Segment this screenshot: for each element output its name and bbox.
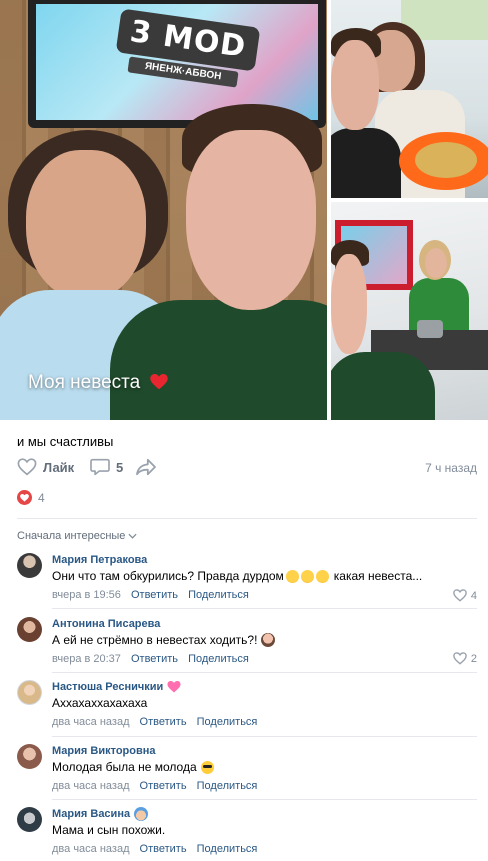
reply-button[interactable]: Ответить <box>140 716 187 728</box>
post-photo-main[interactable]: 3 MOD ЯНЕНЖ·АБВОН Моя невеста <box>0 0 327 420</box>
comments-sort-dropdown[interactable]: Сначала интересные <box>17 530 137 542</box>
likes-summary[interactable]: 4 <box>17 490 45 505</box>
share-comment-button[interactable]: Поделиться <box>197 780 258 792</box>
chevron-down-icon <box>128 533 137 539</box>
comment-like-count: 2 <box>470 652 477 665</box>
post-photo-3[interactable] <box>331 202 488 420</box>
comment-like-button[interactable]: 4 <box>453 589 477 602</box>
comment-time[interactable]: два часа назад <box>52 843 129 855</box>
comment-divider <box>52 672 477 673</box>
baby-emoji-icon <box>134 807 149 821</box>
post-timestamp[interactable]: 7 ч назад <box>425 461 477 475</box>
section-divider <box>17 518 477 519</box>
like-button[interactable]: Лайк <box>17 458 74 476</box>
share-button[interactable] <box>135 458 157 476</box>
comment-time[interactable]: два часа назад <box>52 780 129 792</box>
man-figure <box>110 100 327 420</box>
reply-button[interactable]: Ответить <box>131 589 178 601</box>
comment-time[interactable]: вчера в 19:56 <box>52 589 121 601</box>
comment-author[interactable]: Мария Васина <box>52 807 477 821</box>
share-comment-button[interactable]: Поделиться <box>188 589 249 601</box>
photo-caption: Моя невеста <box>28 372 168 394</box>
comment-time[interactable]: два часа назад <box>52 716 129 728</box>
comment-text: Молодая была не молода <box>52 759 477 775</box>
reply-button[interactable]: Ответить <box>131 653 178 665</box>
share-icon <box>136 458 156 476</box>
rolling-laughing-emoji-icon <box>285 569 299 583</box>
comment-author[interactable]: Мария Викторовна <box>52 744 477 758</box>
pink-heart-emoji-icon <box>167 681 181 693</box>
comment-meta: два часа назад Ответить Поделиться <box>52 779 477 793</box>
comment-divider <box>52 608 477 609</box>
comment-like-count: 4 <box>470 589 477 602</box>
heart-outline-icon <box>453 652 467 665</box>
avatar[interactable] <box>17 553 42 578</box>
share-comment-button[interactable]: Поделиться <box>188 653 249 665</box>
post-text: и мы счастливы <box>17 434 114 449</box>
comment-time[interactable]: вчера в 20:37 <box>52 653 121 665</box>
sort-label: Сначала интересные <box>17 530 126 542</box>
comment-text: Они что там обкурились? Правда дурдом ка… <box>52 569 423 583</box>
woman-shrugging-emoji-icon <box>261 633 276 647</box>
avatar[interactable] <box>17 617 42 642</box>
red-heart-emoji-icon <box>149 374 168 390</box>
avatar[interactable] <box>17 744 42 769</box>
heart-filled-icon <box>17 490 32 505</box>
comment-divider <box>52 799 477 800</box>
comments-button[interactable]: 5 <box>90 458 123 476</box>
comments-count: 5 <box>116 459 124 475</box>
comment-meta: два часа назад Ответить Поделиться <box>52 842 477 856</box>
heart-outline-icon <box>17 458 37 476</box>
comment-author[interactable]: Настюша Ресничкии <box>52 680 477 694</box>
avatar[interactable] <box>17 807 42 832</box>
comment-meta: вчера в 19:56 Ответить Поделиться <box>52 588 477 602</box>
rolling-laughing-emoji-icon <box>315 569 329 583</box>
comment-meta: вчера в 20:37 Ответить Поделиться <box>52 652 477 666</box>
rolling-laughing-emoji-icon <box>300 569 314 583</box>
post-photo-collage: 3 MOD ЯНЕНЖ·АБВОН Моя невеста <box>0 0 488 420</box>
comment-divider <box>52 736 477 737</box>
share-comment-button[interactable]: Поделиться <box>197 843 258 855</box>
reply-button[interactable]: Ответить <box>140 843 187 855</box>
reply-button[interactable]: Ответить <box>140 780 187 792</box>
post-photo-2[interactable] <box>331 0 488 198</box>
heart-outline-icon <box>453 589 467 602</box>
comment-text: Аххахаххахахаха <box>52 696 148 710</box>
avatar[interactable] <box>17 680 42 705</box>
comment-text: Мама и сын похожи. <box>52 823 166 837</box>
sunglasses-emoji-icon <box>200 760 214 774</box>
post-actions: Лайк 5 7 ч назад <box>17 458 477 480</box>
comment-icon <box>90 458 110 476</box>
comment-meta: два часа назад Ответить Поделиться <box>52 715 477 729</box>
comment-author[interactable]: Антонина Писарева <box>52 617 477 631</box>
comment-text: А ей не стрёмно в невестах ходить?! <box>52 632 477 648</box>
comment-author[interactable]: Мария Петракова <box>52 553 477 567</box>
comment-like-button[interactable]: 2 <box>453 652 477 665</box>
likes-count: 4 <box>38 490 45 505</box>
like-label: Лайк <box>43 459 75 475</box>
share-comment-button[interactable]: Поделиться <box>197 716 258 728</box>
